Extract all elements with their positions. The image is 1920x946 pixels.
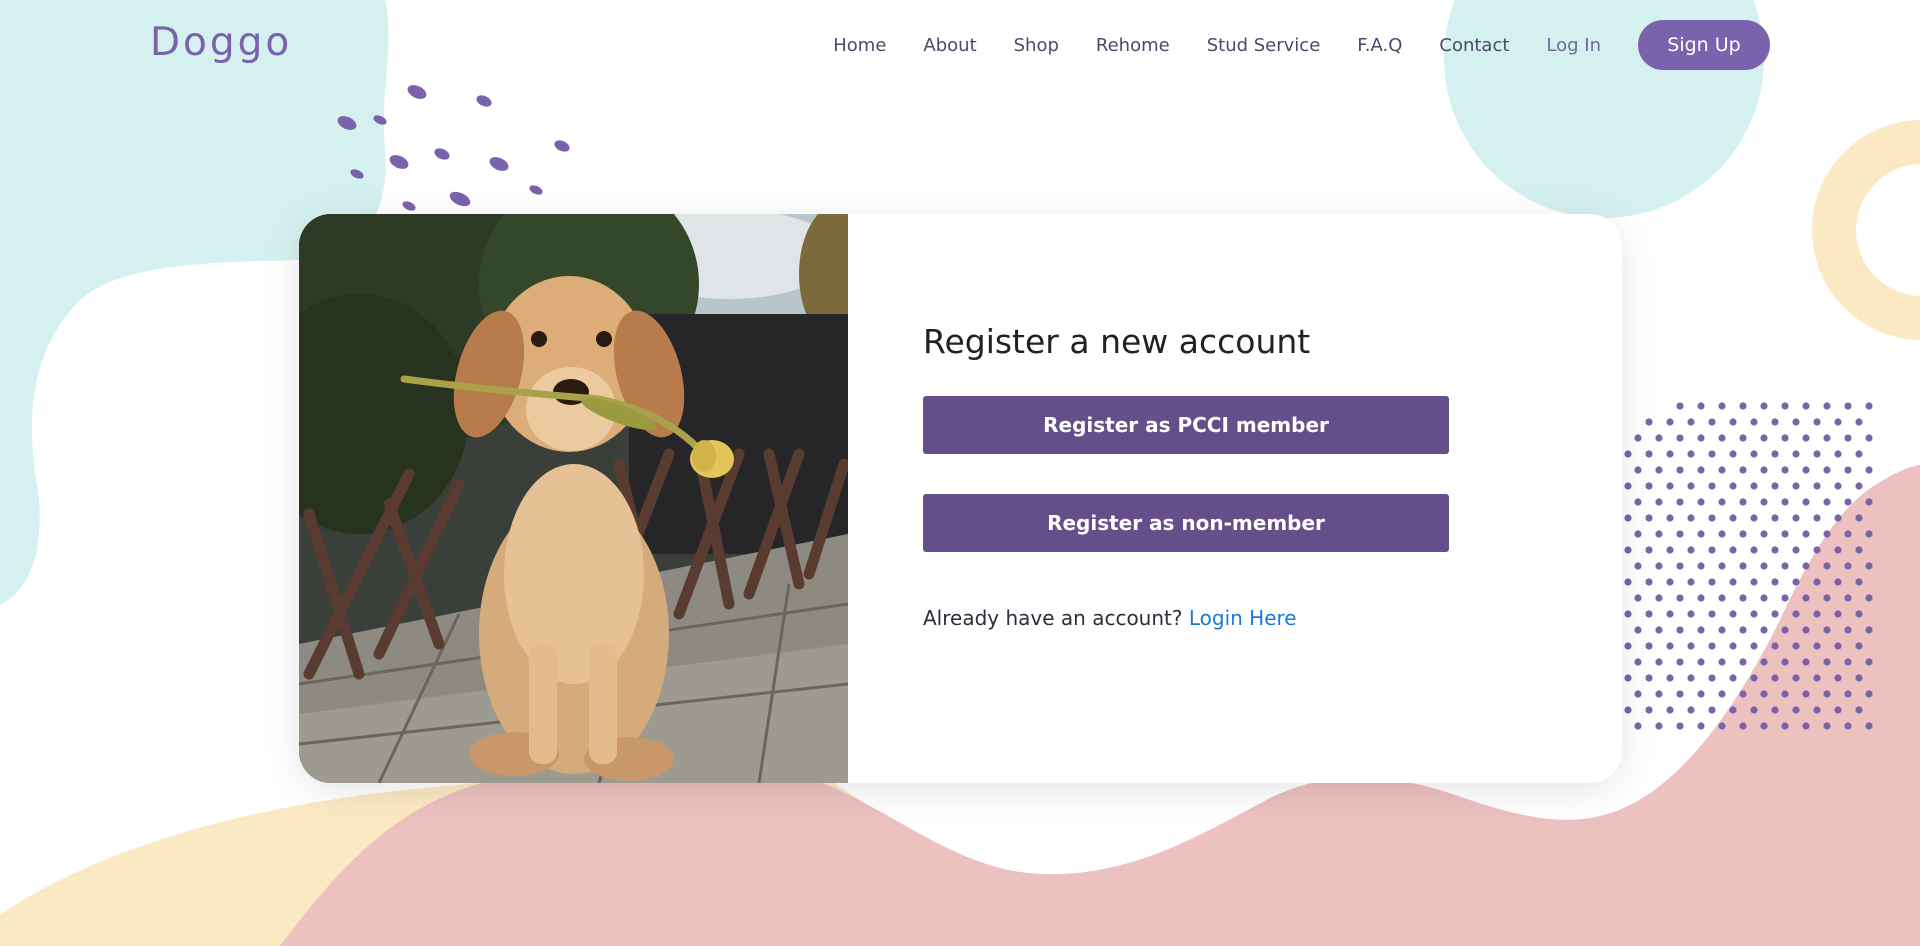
nav-rehome-link[interactable]: Rehome <box>1096 35 1170 56</box>
register-pcci-member-button[interactable]: Register as PCCI member <box>923 396 1449 454</box>
existing-account-text: Already have an account? <box>923 606 1183 630</box>
login-here-link[interactable]: Login Here <box>1189 606 1297 630</box>
dog-photo <box>299 214 848 783</box>
nav-home-link[interactable]: Home <box>833 35 886 56</box>
nav-contact-link[interactable]: Contact <box>1439 35 1509 56</box>
nav-shop-link[interactable]: Shop <box>1014 35 1059 56</box>
register-card: Register a new account Register as PCCI … <box>299 214 1622 783</box>
nav-faq-link[interactable]: F.A.Q <box>1357 35 1402 56</box>
nav-about-link[interactable]: About <box>923 35 976 56</box>
nav-stud-service-link[interactable]: Stud Service <box>1207 35 1321 56</box>
signup-button[interactable]: Sign Up <box>1638 20 1770 70</box>
register-non-member-button[interactable]: Register as non-member <box>923 494 1449 552</box>
login-link[interactable]: Log In <box>1546 35 1601 56</box>
register-form: Register a new account Register as PCCI … <box>848 214 1622 783</box>
existing-account-prompt: Already have an account? Login Here <box>923 606 1297 630</box>
nav-links: Home About Shop Rehome Stud Service F.A.… <box>796 20 1770 70</box>
brand-logo[interactable]: Doggo <box>150 20 292 65</box>
top-navigation: Doggo Home About Shop Rehome Stud Servic… <box>0 0 1920 90</box>
register-title: Register a new account <box>923 322 1311 361</box>
